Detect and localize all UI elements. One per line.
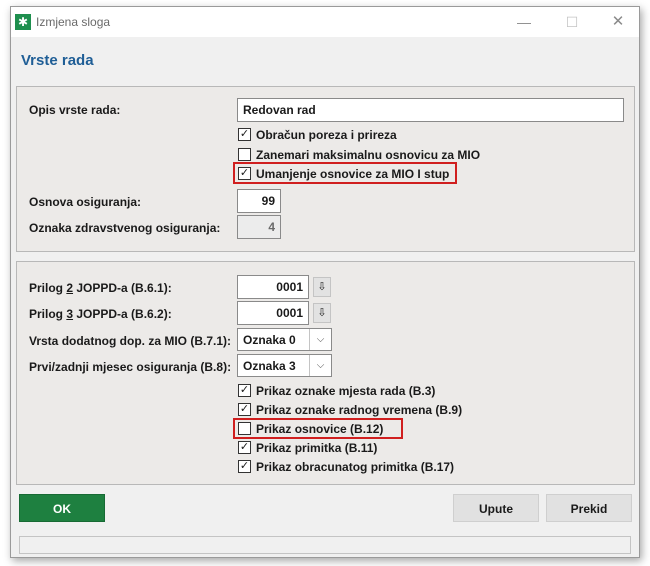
osnova-input[interactable] <box>237 189 281 213</box>
dialog-heading: Vrste rada <box>21 52 94 69</box>
title-bar[interactable]: ✱ Izmjena sloga — ☐ ✕ <box>11 7 639 37</box>
checkbox-box[interactable]: ✓ <box>238 128 251 141</box>
prilog3-label: Prilog 3 JOPPD-a (B.6.2): <box>29 307 172 321</box>
prvi-zadnji-label: Prvi/zadnji mjesec osiguranja (B.8): <box>29 360 232 374</box>
checkbox-box[interactable]: ✓ <box>238 460 251 473</box>
vrsta-dodatnog-select[interactable]: Oznaka 0 ⌵ <box>237 328 332 351</box>
checkbox-box[interactable]: ✓ <box>238 384 251 397</box>
checkbox-box[interactable]: ✓ <box>238 167 251 180</box>
checkbox-label: Prikaz obracunatog primitka (B.17) <box>256 460 455 474</box>
ok-button[interactable]: OK <box>19 494 105 522</box>
prvi-zadnji-select[interactable]: Oznaka 3 ⌵ <box>237 354 332 377</box>
opis-input[interactable] <box>237 98 624 122</box>
checkbox-box[interactable]: ✓ <box>238 441 251 454</box>
checkbox-label: Prikaz primitka (B.11) <box>256 441 378 455</box>
opis-label: Opis vrste rada: <box>29 103 121 117</box>
upute-button[interactable]: Upute <box>453 494 539 522</box>
checkbox-label: Prikaz oznake mjesta rada (B.3) <box>256 384 436 398</box>
checkbox-label: Prikaz oznake radnog vremena (B.9) <box>256 403 463 417</box>
prilog3-input[interactable] <box>237 301 309 325</box>
select-value: Oznaka 3 <box>243 359 296 373</box>
osnova-label: Osnova osiguranja: <box>29 195 142 209</box>
download-arrow-icon[interactable]: ⇩ <box>313 277 331 297</box>
checkbox-box[interactable]: ✓ <box>238 403 251 416</box>
checkbox-box[interactable] <box>238 148 251 161</box>
prilog2-input[interactable] <box>237 275 309 299</box>
checkbox-label: Zanemari maksimalnu osnovicu za MIO <box>256 148 481 162</box>
vrsta-dodatnog-label: Vrsta dodatnog dop. za MIO (B.7.1): <box>29 334 232 348</box>
checkbox-label: Obračun poreza i prireza <box>256 128 397 142</box>
prekid-button[interactable]: Prekid <box>546 494 632 522</box>
chevron-down-icon[interactable]: ⌵ <box>309 355 331 376</box>
oznaka-zdr-input <box>237 215 281 239</box>
chevron-down-icon[interactable]: ⌵ <box>309 329 331 350</box>
download-arrow-icon[interactable]: ⇩ <box>313 303 331 323</box>
oznaka-zdr-label: Oznaka zdravstvenog osiguranja: <box>29 221 221 235</box>
checkbox-box[interactable] <box>238 422 251 435</box>
close-button[interactable]: ✕ <box>599 11 637 33</box>
prilog2-label: Prilog 2 JOPPD-a (B.6.1): <box>29 281 172 295</box>
app-star-icon: ✱ <box>15 14 31 30</box>
checkbox-label: Umanjenje osnovice za MIO I stup <box>256 167 450 181</box>
status-bar <box>19 536 631 554</box>
maximize-button[interactable]: ☐ <box>553 11 591 33</box>
dialog-window: ✱ Izmjena sloga — ☐ ✕ Vrste rada Opis vr… <box>10 6 640 558</box>
checkbox-label: Prikaz osnovice (B.12) <box>256 422 384 436</box>
window-title: Izmjena sloga <box>36 15 111 29</box>
select-value: Oznaka 0 <box>243 333 296 347</box>
minimize-button[interactable]: — <box>505 11 543 33</box>
